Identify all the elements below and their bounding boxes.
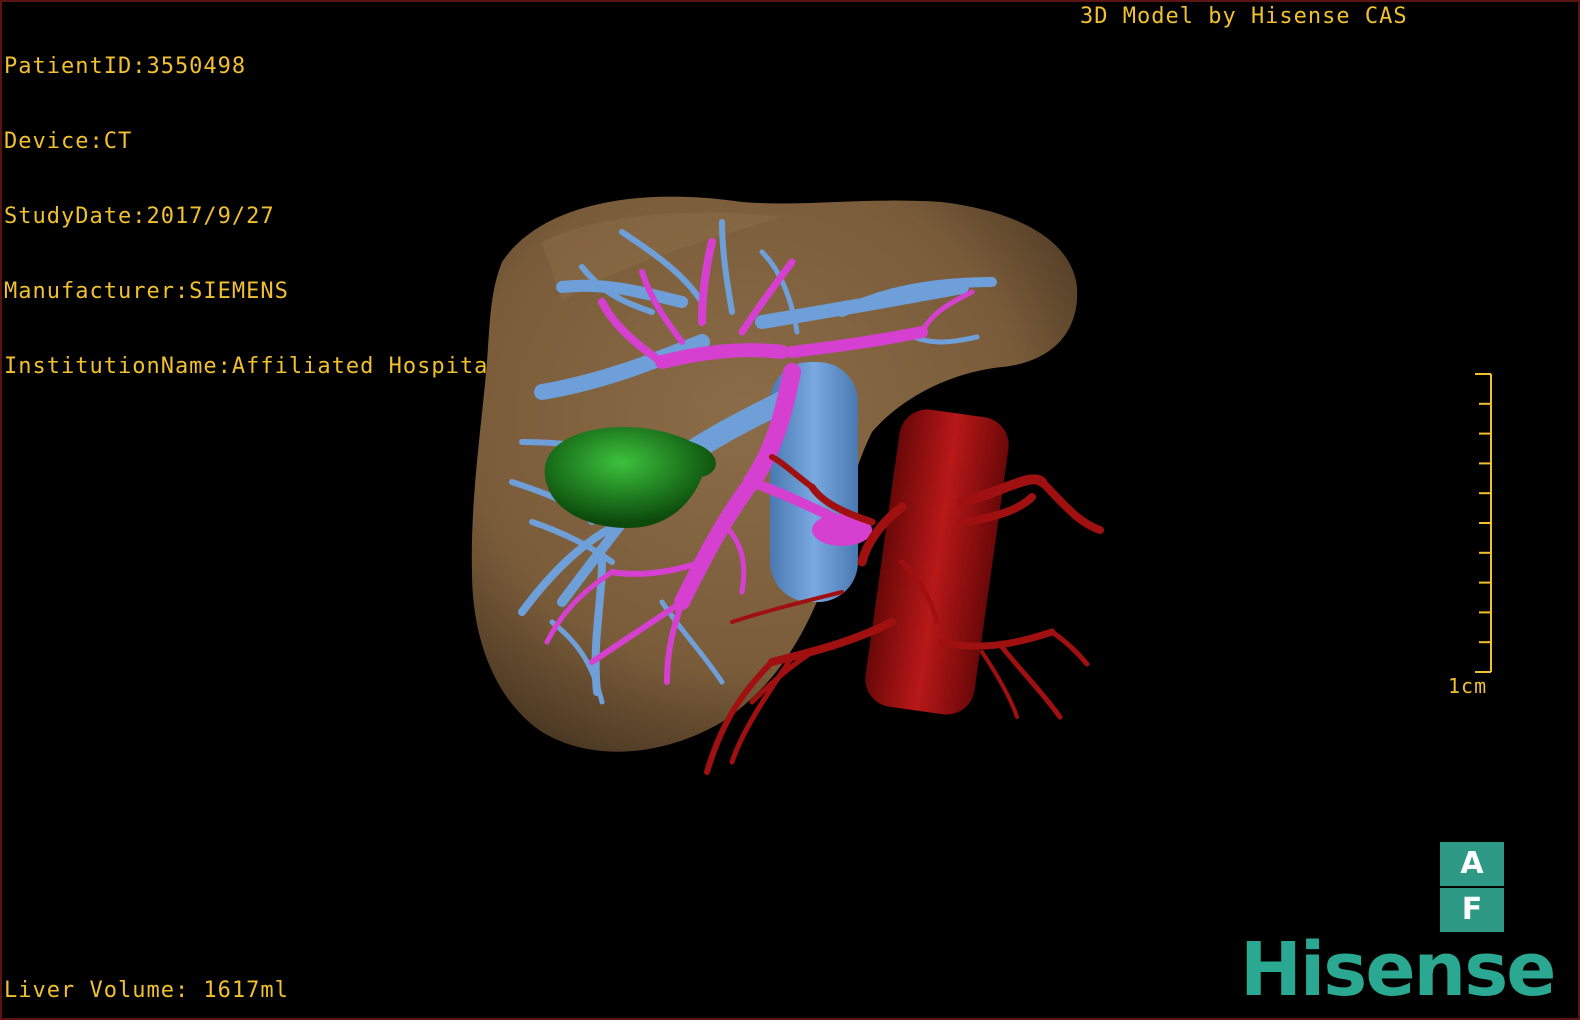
liver-3d-model[interactable] [2, 2, 1578, 1018]
3d-viewport[interactable]: PatientID:3550498 Device:CT StudyDate:20… [0, 0, 1580, 1020]
scale-bar [1475, 373, 1492, 673]
orientation-top-label: A [1440, 842, 1504, 886]
aorta [865, 409, 1009, 715]
orientation-bottom-label: F [1440, 888, 1504, 932]
liver-volume-readout: Liver Volume: 1617ml [4, 978, 289, 1003]
orientation-cube[interactable]: A F [1440, 842, 1504, 932]
hisense-logo: Hisense [1240, 927, 1556, 1013]
scale-bar-label: 1cm [1448, 674, 1488, 698]
